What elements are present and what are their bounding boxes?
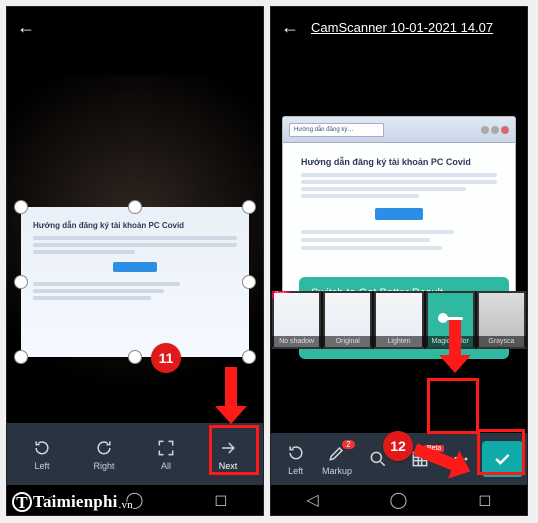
back-icon[interactable]: ←	[17, 17, 35, 38]
window-controls	[481, 126, 509, 134]
filter-label-magic: Magic Color	[426, 336, 475, 347]
doc-bullets	[301, 230, 497, 250]
crop-handle-mb[interactable]	[128, 350, 142, 364]
nav-recent-icon[interactable]: ◻	[478, 490, 491, 510]
filter-viewport: Hướng dẫn đăng ký… Hướng dẫn đăng ký tài…	[271, 47, 527, 433]
back-icon[interactable]: ←	[281, 17, 299, 38]
beta-badge-toolbar: Beta	[424, 445, 444, 452]
select-all-label: All	[161, 461, 171, 471]
nav-recent-icon[interactable]: ◻	[214, 490, 227, 510]
appbar-left: ←	[7, 7, 263, 47]
crop-handle-tl[interactable]	[14, 200, 28, 214]
crop-handle-bl[interactable]	[14, 350, 28, 364]
nav-home-icon[interactable]: ◯	[390, 490, 408, 510]
document-preview: Hướng dẫn đăng ký tài khoản PC Covid	[21, 207, 249, 317]
confirm-button[interactable]	[482, 441, 523, 477]
check-icon	[492, 449, 512, 469]
annotation-badge-11: 11	[151, 343, 181, 373]
grid-icon	[410, 449, 430, 469]
arrow-right-icon	[218, 438, 238, 458]
annotation-badge-12: 12	[383, 431, 413, 461]
nav-back-icon[interactable]: ◁	[306, 490, 318, 510]
browser-chrome: Hướng dẫn đăng ký…	[283, 117, 515, 143]
filter-label-no-shadow: No shadow	[272, 336, 321, 347]
document-body	[33, 236, 237, 254]
rotate-left-icon	[286, 443, 306, 463]
watermark-brand: Taimienphi	[33, 492, 118, 511]
rotate-left-button[interactable]: Left	[275, 443, 316, 476]
crop-toolbar: Left Right All Next	[7, 423, 263, 485]
next-button[interactable]: Next	[206, 432, 250, 476]
watermark-tld: .vn	[119, 499, 133, 511]
appbar-right: ← CamScanner 10-01-2021 14.07	[271, 7, 527, 47]
rotate-right-label: Right	[93, 461, 114, 471]
annotation-badge-11-text: 11	[159, 350, 174, 366]
document-button-graphic	[113, 262, 157, 272]
rotate-left-icon	[32, 438, 52, 458]
filter-original[interactable]: Original	[323, 291, 372, 349]
expand-icon	[156, 438, 176, 458]
rotate-right-button[interactable]: Right	[82, 438, 126, 471]
filter-label-gray: Graysca	[477, 336, 526, 347]
phone-crop-screen: ← Hướng dẫn đăng ký tài khoản PC Covid	[6, 6, 264, 516]
filter-lighten[interactable]: Lighten	[374, 291, 423, 349]
rotate-left-label-r: Left	[288, 466, 303, 476]
doc-paragraph	[301, 173, 497, 198]
markup-button[interactable]: Markup 2	[316, 443, 357, 476]
more-button[interactable]	[440, 449, 481, 469]
markup-label: Markup	[322, 466, 352, 476]
crop-handle-mr[interactable]	[242, 275, 256, 289]
doc-cta-graphic	[375, 208, 423, 220]
filter-no-shadow[interactable]: Beta No shadow	[272, 291, 321, 349]
annotation-box-filter	[427, 378, 479, 434]
more-icon	[451, 449, 471, 469]
crop-handle-mt[interactable]	[128, 200, 142, 214]
rotate-left-button[interactable]: Left	[20, 438, 64, 471]
doc-heading: Hướng dẫn đăng ký tài khoản PC Covid	[301, 157, 497, 167]
annotation-badge-12-text: 12	[390, 438, 406, 454]
document-filename[interactable]: CamScanner 10-01-2021 14.07	[311, 20, 493, 35]
crop-handle-br[interactable]	[242, 350, 256, 364]
document-title: Hướng dẫn đăng ký tài khoản PC Covid	[33, 221, 237, 230]
phone-filter-screen: ← CamScanner 10-01-2021 14.07 Hướng dẫn …	[270, 6, 528, 516]
crop-viewport[interactable]: Hướng dẫn đăng ký tài khoản PC Covid	[7, 47, 263, 423]
filter-label-original: Original	[323, 336, 372, 347]
watermark: TTaimienphi.vn	[12, 492, 133, 513]
crop-handle-tr[interactable]	[242, 200, 256, 214]
rotate-left-label: Left	[34, 461, 49, 471]
filter-label-lighten: Lighten	[374, 336, 423, 347]
crop-selection[interactable]: Hướng dẫn đăng ký tài khoản PC Covid	[21, 207, 249, 357]
markup-badge: 2	[342, 440, 354, 449]
crop-handle-ml[interactable]	[14, 275, 28, 289]
next-label: Next	[219, 461, 238, 471]
filter-grayscale[interactable]: Graysca	[477, 291, 526, 349]
document-body2	[33, 282, 237, 300]
browser-tab: Hướng dẫn đăng ký…	[289, 123, 384, 137]
watermark-circle-t: T	[12, 492, 32, 512]
android-navbar-right: ◁ ◯ ◻	[271, 485, 527, 515]
filter-magic-color[interactable]: Magic Color	[426, 291, 475, 349]
filter-strip[interactable]: Beta No shadow Original Lighten Magic Co…	[271, 291, 527, 349]
rotate-right-icon	[94, 438, 114, 458]
select-all-button[interactable]: All	[144, 438, 188, 471]
